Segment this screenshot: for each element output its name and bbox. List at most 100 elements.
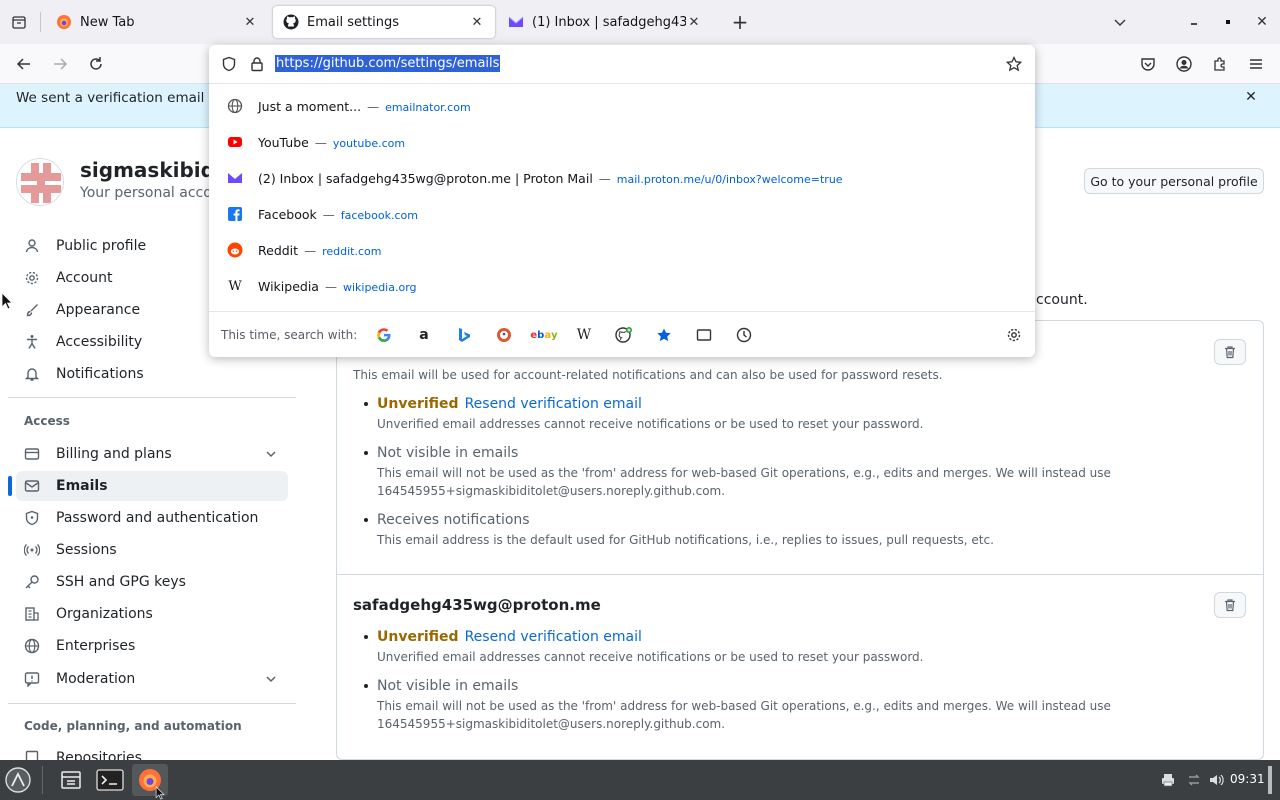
google-icon[interactable]: [375, 326, 393, 344]
sidebar-item-organizations[interactable]: Organizations: [16, 599, 288, 629]
trash-icon: [1225, 599, 1235, 612]
close-tab-icon[interactable]: ✕: [686, 14, 702, 30]
close-tab-icon[interactable]: ✕: [469, 14, 485, 30]
sidebar-item-label: Repositories: [56, 750, 142, 760]
repo-icon: [24, 750, 40, 760]
sidebar-item-label: Appearance: [56, 302, 141, 318]
minimize-window-icon[interactable]: [1184, 12, 1204, 32]
sidebar-divider: [8, 703, 296, 704]
url-divider: [209, 83, 1035, 84]
credit-card-icon: [24, 446, 40, 462]
wikipedia-icon[interactable]: W: [575, 326, 593, 344]
clock[interactable]: 09:31: [1230, 772, 1265, 786]
new-tab-plus-icon[interactable]: +: [730, 10, 750, 34]
sidebar-item-ssh-gpg[interactable]: SSH and GPG keys: [16, 567, 288, 597]
forward-arrow-icon[interactable]: [50, 54, 70, 74]
sidebar-item-billing[interactable]: Billing and plans: [16, 439, 288, 469]
tracking-protection-shield-icon[interactable]: [221, 56, 237, 72]
duckduckgo-icon[interactable]: [495, 326, 513, 344]
account-icon[interactable]: [1174, 54, 1194, 74]
suggestion-separator: —: [304, 243, 317, 258]
search-with-label: This time, search with:: [221, 328, 358, 342]
suggestion-url: reddit.com: [322, 244, 382, 258]
url-suggestion[interactable]: W Wikipedia — wikipedia.org: [209, 268, 1035, 304]
sidebar-item-enterprises[interactable]: Enterprises: [16, 631, 288, 661]
bing-icon[interactable]: [455, 326, 473, 344]
delete-email-button[interactable]: [1214, 592, 1246, 618]
app-launcher-icon[interactable]: [2, 764, 34, 796]
tab-overview-icon[interactable]: [10, 13, 28, 31]
url-suggestion[interactable]: Reddit — reddit.com: [209, 232, 1035, 268]
amazon-icon[interactable]: a: [415, 326, 433, 344]
mouse-cursor: [1, 292, 13, 310]
bell-icon: [24, 366, 40, 382]
network-icon[interactable]: [1184, 764, 1204, 796]
url-input[interactable]: https://github.com/settings/emails: [275, 55, 501, 72]
suggestion-title: Just a moment...: [258, 98, 362, 114]
lock-icon[interactable]: [249, 56, 265, 72]
close-icon[interactable]: ✕: [1242, 88, 1260, 106]
receives-note: This email address is the default used f…: [377, 533, 994, 547]
terminal-icon[interactable]: [94, 764, 126, 796]
url-suggestion[interactable]: (2) Inbox | safadgehg435wg@proton.me | P…: [209, 160, 1035, 196]
bullet: [364, 402, 368, 406]
extensions-icon[interactable]: [1210, 54, 1230, 74]
search-settings-gear-icon[interactable]: [1005, 326, 1023, 344]
url-bar[interactable]: https://github.com/settings/emails: [209, 45, 1035, 83]
sidebar-item-sessions[interactable]: Sessions: [16, 535, 288, 565]
tab-title: Email settings: [307, 14, 400, 30]
github-search-icon[interactable]: [615, 326, 633, 344]
sidebar-item-password[interactable]: Password and authentication: [16, 503, 288, 533]
volume-icon[interactable]: [1206, 764, 1226, 796]
back-arrow-icon[interactable]: [14, 54, 34, 74]
sidebar-item-notifications[interactable]: Notifications: [16, 359, 288, 389]
sidebar-section-code: Code, planning, and automation: [24, 719, 242, 733]
bookmark-star-icon[interactable]: [1005, 55, 1023, 72]
close-window-icon[interactable]: ✕: [1252, 12, 1272, 32]
active-indicator: [8, 476, 12, 496]
chevron-down-icon[interactable]: [264, 672, 278, 686]
url-suggestion[interactable]: Just a moment... — emailnator.com: [209, 88, 1035, 124]
delete-email-button[interactable]: [1214, 339, 1246, 365]
url-suggestion[interactable]: YouTube — youtube.com: [209, 124, 1035, 160]
taskbar-divider: [42, 766, 43, 794]
go-to-profile-button[interactable]: Go to your personal profile: [1084, 168, 1264, 194]
url-suggestion[interactable]: Facebook — facebook.com: [209, 196, 1035, 232]
close-tab-icon[interactable]: ✕: [242, 14, 258, 30]
tab-proton-inbox[interactable]: (1) Inbox | safadgehg435wg@proton.me ✕: [498, 6, 712, 38]
show-desktop-handle[interactable]: [1268, 766, 1272, 794]
list-all-tabs-chevron-icon[interactable]: [1110, 12, 1130, 32]
tab-new-tab[interactable]: New Tab ✕: [46, 6, 268, 38]
suggestion-separator: —: [598, 171, 611, 186]
suggestion-url: wikipedia.org: [342, 280, 417, 294]
reload-icon[interactable]: [86, 54, 106, 74]
sidebar-item-repositories[interactable]: Repositories: [16, 744, 288, 760]
firefox-icon: [56, 14, 72, 30]
file-manager-icon[interactable]: [56, 764, 86, 796]
avatar[interactable]: [16, 158, 64, 206]
unverified-note: Unverified email addresses cannot receiv…: [377, 417, 924, 431]
noreply-address: 164545955+sigmaskibiditolet@users.norepl…: [377, 717, 726, 731]
maximize-window-icon[interactable]: [1218, 12, 1238, 32]
sidebar-item-label: SSH and GPG keys: [56, 574, 186, 590]
sidebar-item-emails[interactable]: Emails: [16, 471, 288, 501]
chevron-down-icon[interactable]: [264, 447, 278, 461]
mail-icon: [24, 478, 40, 494]
suggestion-separator: —: [322, 207, 335, 222]
printer-icon[interactable]: [1158, 764, 1178, 796]
history-clock-icon[interactable]: [735, 326, 753, 344]
gear-icon: [24, 270, 40, 286]
facebook-icon: [227, 206, 243, 222]
tab-email-settings[interactable]: Email settings ✕: [273, 6, 495, 38]
bookmarks-star-icon[interactable]: [655, 326, 673, 344]
sidebar-item-moderation[interactable]: Moderation: [16, 664, 288, 694]
ebay-icon[interactable]: ebay: [530, 326, 557, 344]
resend-verification-link[interactable]: Resend verification email: [465, 629, 642, 645]
resend-verification-link[interactable]: Resend verification email: [465, 396, 642, 412]
unverified-status: Unverified Resend verification email: [377, 629, 642, 645]
tabs-icon[interactable]: [695, 326, 713, 344]
unverified-note: Unverified email addresses cannot receiv…: [377, 650, 924, 664]
hamburger-menu-icon[interactable]: [1246, 54, 1266, 74]
pocket-icon[interactable]: [1138, 54, 1158, 74]
sidebar-item-label: Moderation: [56, 671, 136, 687]
